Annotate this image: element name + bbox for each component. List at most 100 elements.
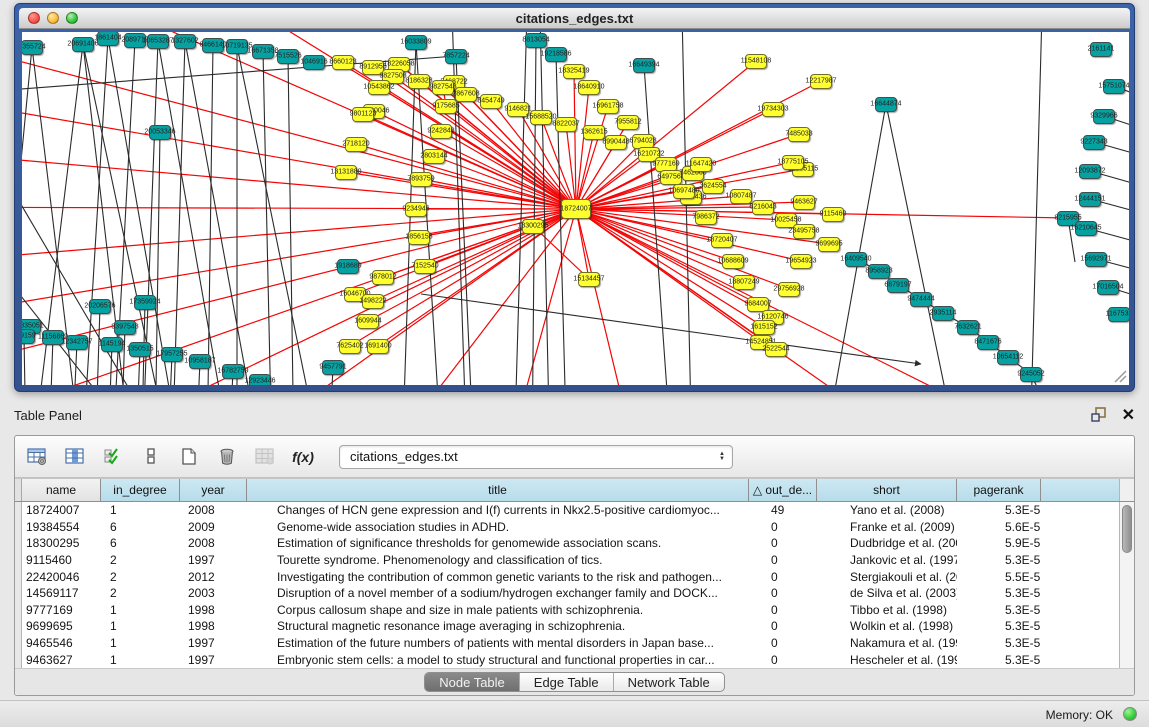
table-cell[interactable]: 9699695 [22, 618, 101, 635]
table-cell[interactable]: Nakamura et al. (1997) [817, 635, 957, 652]
graph-node[interactable]: 12093872 [1079, 164, 1101, 179]
scrollbar-thumb[interactable] [1122, 505, 1132, 553]
table-cell[interactable]: 2003 [180, 585, 247, 602]
table-cell[interactable]: 9115460 [22, 552, 101, 569]
graph-node[interactable]: 12923446 [249, 374, 271, 386]
table-cell[interactable]: 9465546 [22, 635, 101, 652]
table-cell[interactable]: Investigating the contribution of common… [247, 568, 749, 585]
graph-node[interactable]: 16210645 [1075, 221, 1097, 236]
graph-node[interactable]: 7632621 [957, 320, 979, 335]
graph-node[interactable]: 20053346 [149, 125, 171, 140]
graph-node[interactable]: 11548108 [745, 54, 767, 69]
table-cell[interactable]: 2 [101, 585, 180, 602]
table-cell[interactable]: 2008 [180, 535, 247, 552]
graph-node[interactable]: 16033809 [405, 35, 427, 50]
table-cell[interactable]: 0 [749, 535, 817, 552]
table-cell[interactable]: 18724007 [22, 502, 101, 519]
graph-node[interactable]: 939159 [22, 329, 35, 344]
graph-node[interactable]: 12342757 [66, 335, 88, 350]
table-cell[interactable]: 5.3E-5 [957, 651, 1041, 668]
column-header-title[interactable]: title [247, 479, 749, 501]
graph-node[interactable]: 9397548 [114, 320, 136, 335]
graph-node[interactable]: 17359924 [134, 295, 156, 310]
graph-node[interactable]: 8660123 [332, 55, 354, 70]
graph-node[interactable]: 8186328 [408, 74, 430, 89]
graph-node[interactable]: 1691400 [367, 339, 389, 354]
graph-node[interactable]: 18724007 [561, 199, 591, 219]
table-cell[interactable]: 2 [101, 552, 180, 569]
graph-node[interactable]: 10543862 [368, 80, 390, 95]
new-file-icon[interactable] [177, 445, 201, 469]
graph-node[interactable]: 8990448 [605, 135, 627, 150]
table-cell[interactable]: Wolkin et al. (1998) [817, 618, 957, 635]
vertical-scrollbar[interactable] [1119, 502, 1134, 668]
column-header-out_de[interactable]: △ out_de... [749, 479, 817, 501]
function-icon[interactable]: f(x) [291, 445, 315, 469]
graph-node[interactable]: 9474444 [910, 292, 932, 307]
graph-node[interactable]: 7625402 [339, 339, 361, 354]
graph-node[interactable]: 9878012 [372, 270, 394, 285]
graph-node[interactable]: 6216043 [752, 200, 774, 215]
graph-node[interactable]: 9457791 [322, 360, 344, 375]
table-row[interactable]: 1830029562008Estimation of significance … [22, 535, 1119, 552]
table-cell[interactable]: 0 [749, 651, 817, 668]
table-cell[interactable]: 5.9E-5 [957, 535, 1041, 552]
table-cell[interactable]: Tibbo et al. (1998) [817, 602, 957, 619]
graph-node[interactable]: 19734303 [762, 102, 784, 117]
column-header-short[interactable]: short [817, 479, 957, 501]
table-cell[interactable]: Disruption of a novel member of a sodium… [247, 585, 749, 602]
row-height-icon[interactable] [139, 445, 163, 469]
graph-node[interactable]: 9175685 [435, 99, 457, 114]
graph-node[interactable]: 16671358 [252, 44, 274, 59]
graph-node[interactable]: 10697480 [673, 184, 695, 199]
table-cell[interactable]: 5.6E-5 [957, 519, 1041, 536]
column-header-pagerank[interactable]: pagerank [957, 479, 1041, 501]
table-cell[interactable]: 1997 [180, 635, 247, 652]
graph-node[interactable]: 7485033 [788, 127, 810, 142]
graph-node[interactable]: 10719135 [226, 39, 248, 54]
graph-node[interactable]: 15751074 [1103, 79, 1125, 94]
graph-node[interactable]: 16644874 [875, 97, 897, 112]
table-cell[interactable]: 5.3E-5 [957, 635, 1041, 652]
graph-node[interactable]: 2522544 [765, 342, 787, 357]
table-cell[interactable]: 2012 [180, 568, 247, 585]
table-cell[interactable]: 18300295 [22, 535, 101, 552]
graph-node[interactable]: 18640910 [578, 80, 600, 95]
graph-node[interactable]: 10653287 [147, 34, 169, 49]
graph-node[interactable]: 16961758 [597, 99, 619, 114]
table-cell[interactable]: 2009 [180, 519, 247, 536]
graph-node[interactable]: 16409540 [845, 252, 867, 267]
graph-node[interactable]: 9463627 [793, 195, 815, 210]
network-select[interactable]: citations_edges.txt ▲▼ [339, 445, 733, 469]
table-cell[interactable]: 6 [101, 519, 180, 536]
table-cell[interactable]: 0 [749, 585, 817, 602]
table-row[interactable]: 1456911722003Disruption of a novel membe… [22, 585, 1119, 602]
tab-edge-table[interactable]: Edge Table [520, 673, 614, 691]
table-settings-icon[interactable] [25, 445, 49, 469]
graph-node[interactable]: 1861404 [97, 32, 119, 46]
table-cell[interactable]: Franke et al. (2009) [817, 519, 957, 536]
table-cell[interactable]: 6 [101, 535, 180, 552]
graph-node[interactable]: 29756928 [778, 282, 800, 297]
table-row[interactable]: 1938455462009Genome-wide association stu… [22, 519, 1119, 536]
table-cell[interactable]: 0 [749, 602, 817, 619]
graph-node[interactable]: 17016504 [1097, 280, 1119, 295]
graph-node[interactable]: 9827548 [432, 80, 454, 95]
graph-node[interactable]: 15134457 [578, 272, 600, 287]
graph-node[interactable]: 18720407 [711, 233, 733, 248]
table-cell[interactable]: 1 [101, 618, 180, 635]
graph-node[interactable]: 8813054 [525, 33, 547, 48]
table-cell[interactable]: de Silva et al. (2003) [817, 585, 957, 602]
graph-node[interactable]: 9699695 [818, 237, 840, 252]
graph-node[interactable]: 12217987 [810, 74, 832, 89]
graph-node[interactable]: 9355724 [22, 40, 43, 55]
graph-node[interactable]: 8822037 [555, 117, 577, 132]
table-cell[interactable]: Genome-wide association studies in ADHD. [247, 519, 749, 536]
graph-node[interactable]: 19218586 [545, 47, 567, 62]
graph-node[interactable]: 9115460 [822, 207, 844, 222]
graph-node[interactable]: 10654112 [997, 350, 1019, 365]
tab-network-table[interactable]: Network Table [614, 673, 724, 691]
graph-node[interactable]: 11647420 [690, 157, 712, 172]
graph-node[interactable]: 2718120 [345, 137, 367, 152]
window-titlebar[interactable]: citations_edges.txt [19, 8, 1130, 29]
